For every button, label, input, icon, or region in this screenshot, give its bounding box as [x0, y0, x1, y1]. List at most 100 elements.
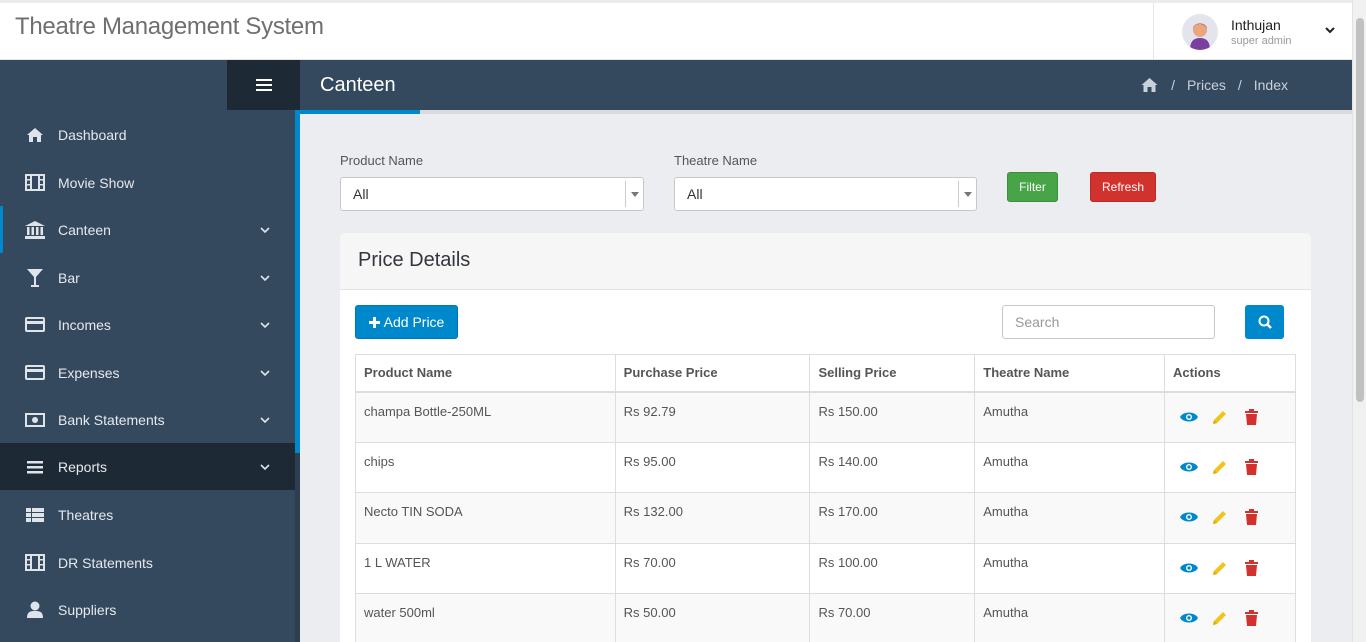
- delete-icon[interactable]: [1242, 559, 1260, 577]
- product-name-cell: chips: [355, 441, 616, 493]
- selling-price-cell: Rs 100.00: [809, 542, 976, 594]
- actions-cell: [1164, 391, 1296, 443]
- column-header[interactable]: Product Name: [355, 354, 616, 393]
- user-menu[interactable]: Inthujan super admin: [1153, 3, 1352, 60]
- sidebar-item-suppliers[interactable]: Suppliers: [0, 586, 295, 633]
- table-row: Necto TIN SODA Rs 132.00 Rs 170.00 Amutha: [355, 492, 1296, 544]
- edit-icon[interactable]: [1211, 559, 1229, 577]
- sidebar-item-bank-statements[interactable]: Bank Statements: [0, 396, 295, 443]
- sidebar-item-canteen[interactable]: Canteen: [0, 206, 295, 253]
- film-icon: [25, 173, 45, 193]
- dropdown-arrow-icon: [625, 181, 643, 207]
- edit-icon[interactable]: [1211, 609, 1229, 627]
- refresh-button[interactable]: Refresh: [1090, 172, 1156, 202]
- search-input[interactable]: [1002, 305, 1215, 339]
- filter-button[interactable]: Filter: [1007, 172, 1058, 202]
- sidebar-item-label: Incomes: [58, 316, 111, 333]
- sidebar-item-dashboard[interactable]: Dashboard: [0, 111, 295, 158]
- product-name-value: All: [353, 186, 369, 202]
- actions-cell: [1164, 492, 1296, 544]
- theatre-name-select[interactable]: All: [674, 177, 977, 211]
- add-price-label: Add Price: [383, 314, 445, 330]
- product-name-select[interactable]: All: [340, 177, 644, 211]
- chevron-down-icon: [260, 274, 270, 281]
- view-icon[interactable]: [1180, 408, 1199, 426]
- sidebar-toggle-button[interactable]: [227, 60, 300, 110]
- theatre-name-cell: Amutha: [974, 593, 1166, 642]
- theatre-name-cell: Amutha: [974, 492, 1166, 544]
- view-icon[interactable]: [1180, 458, 1199, 476]
- delete-icon[interactable]: [1242, 408, 1260, 426]
- theatre-name-cell: Amutha: [974, 542, 1166, 594]
- sidebar-item-reports[interactable]: Reports: [0, 443, 295, 490]
- sidebar-item-label: Suppliers: [58, 601, 117, 618]
- hamburger-icon: [255, 79, 272, 91]
- panel-header: Price Details: [340, 233, 1311, 290]
- avatar[interactable]: [1182, 14, 1218, 50]
- scrollbar-thumb[interactable]: [1356, 18, 1364, 402]
- search-button[interactable]: [1245, 305, 1284, 339]
- edit-icon[interactable]: [1211, 458, 1229, 476]
- search-icon: [1258, 315, 1272, 329]
- product-name-cell: water 500ml: [355, 593, 616, 642]
- sidebar-item-movie-show[interactable]: Movie Show: [0, 159, 295, 206]
- page-title: Canteen: [320, 74, 396, 96]
- selling-price-cell: Rs 140.00: [809, 441, 976, 493]
- sidebar-item-expenses[interactable]: Expenses: [0, 349, 295, 396]
- selling-price-cell: Rs 70.00: [809, 593, 976, 642]
- delete-icon[interactable]: [1242, 609, 1260, 627]
- theatre-name-cell: Amutha: [974, 391, 1166, 443]
- glass-icon: [25, 268, 45, 288]
- table-row: water 500ml Rs 50.00 Rs 70.00 Amutha: [355, 593, 1296, 642]
- breadcrumb-separator: /: [1237, 77, 1242, 93]
- sidebar-item-bar[interactable]: Bar: [0, 254, 295, 301]
- purchase-price-cell: Rs 132.00: [614, 492, 811, 544]
- view-icon[interactable]: [1180, 508, 1199, 526]
- top-bar: Theatre Management System Inthujan super…: [0, 0, 1352, 60]
- sidebar-item-label: Movie Show: [58, 174, 135, 191]
- edit-icon[interactable]: [1211, 408, 1229, 426]
- breadcrumb-item-prices[interactable]: Prices: [1187, 77, 1226, 93]
- column-header[interactable]: Purchase Price: [614, 354, 811, 393]
- column-header[interactable]: Selling Price: [809, 354, 976, 393]
- theatre-name-cell: Amutha: [974, 441, 1166, 493]
- sidebar-item-incomes[interactable]: Incomes: [0, 301, 295, 348]
- theatre-name-value: All: [687, 186, 703, 202]
- delete-icon[interactable]: [1242, 458, 1260, 476]
- sidebar-item-label: Dashboard: [58, 126, 127, 143]
- home-icon[interactable]: [1140, 77, 1159, 93]
- column-header[interactable]: Theatre Name: [974, 354, 1166, 393]
- actions-cell: [1164, 542, 1296, 594]
- chevron-down-icon: [260, 463, 270, 470]
- sidebar-item-label: Canteen: [58, 221, 111, 238]
- chevron-down-icon: [260, 416, 270, 423]
- view-icon[interactable]: [1180, 609, 1199, 627]
- purchase-price-cell: Rs 50.00: [614, 593, 811, 642]
- edit-icon[interactable]: [1211, 508, 1229, 526]
- chevron-down-icon: [260, 369, 270, 376]
- add-price-button[interactable]: Add Price: [355, 305, 458, 339]
- user-icon: [25, 600, 45, 620]
- delete-icon[interactable]: [1242, 508, 1260, 526]
- table-row: 1 L WATER Rs 70.00 Rs 100.00 Amutha: [355, 542, 1296, 594]
- user-role: super admin: [1231, 35, 1292, 47]
- dropdown-arrow-icon: [958, 181, 976, 207]
- sidebar-item-label: DR Statements: [58, 554, 153, 571]
- sidebar-item-theatres[interactable]: Theatres: [0, 491, 295, 538]
- sidebar-item-dr-statements[interactable]: DR Statements: [0, 539, 295, 586]
- view-icon[interactable]: [1180, 559, 1199, 577]
- page-scrollbar[interactable]: [1352, 0, 1366, 642]
- column-header: Actions: [1164, 354, 1296, 393]
- price-details-panel: Price Details Add Price Product Name Pur…: [340, 233, 1311, 642]
- sidebar: Dashboard Movie Show Canteen Bar Incomes…: [0, 60, 300, 642]
- chevron-down-icon[interactable]: [1323, 23, 1337, 37]
- user-name: Inthujan: [1231, 17, 1281, 33]
- panel-title: Price Details: [358, 249, 471, 271]
- app-title: Theatre Management System: [15, 13, 324, 40]
- theatre-name-label: Theatre Name: [674, 153, 758, 168]
- table-header-row: Product Name Purchase Price Selling Pric…: [355, 354, 1296, 393]
- page-header: Canteen / Prices / Index: [300, 60, 1352, 114]
- actions-cell: [1164, 441, 1296, 493]
- bank-icon: [25, 220, 45, 240]
- breadcrumb-separator: /: [1171, 77, 1175, 93]
